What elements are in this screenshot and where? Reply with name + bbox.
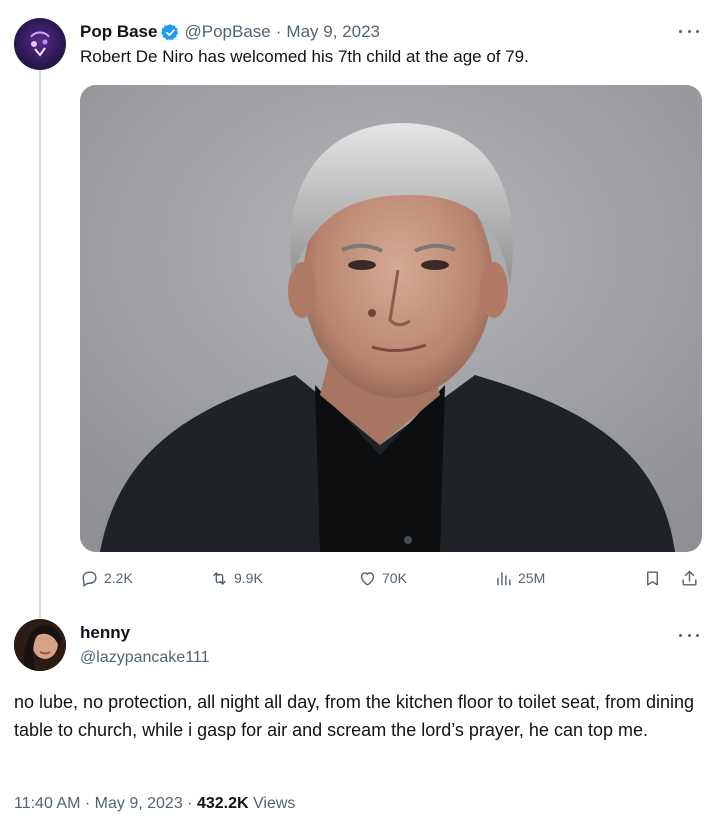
popbase-avatar[interactable] [14, 18, 66, 70]
reply-icon [82, 570, 97, 587]
share-button[interactable] [680, 566, 699, 590]
repost-icon [213, 571, 226, 585]
author-name[interactable]: Pop Base [80, 22, 157, 42]
share-icon [682, 570, 697, 586]
reply-button[interactable]: 2.2K [80, 566, 133, 590]
heart-icon [360, 571, 375, 586]
henny-avatar[interactable] [14, 619, 66, 671]
popbase-logo-icon [30, 31, 50, 57]
repost-button[interactable]: 9.9K [210, 566, 263, 590]
tweet-header: Pop Base @PopBase · May 9, 2023 [80, 20, 380, 44]
analytics-icon [497, 571, 511, 586]
profile-photo [14, 619, 66, 671]
bookmark-button[interactable] [643, 566, 662, 590]
reply-views-label: Views [253, 795, 296, 812]
tweet-action-bar: 2.2K 9.9K 70K 25M [80, 566, 705, 590]
meta-separator: · [187, 795, 193, 812]
tweet-photo[interactable] [80, 85, 702, 552]
reply-date[interactable]: May 9, 2023 [95, 795, 183, 812]
bookmark-icon [647, 570, 658, 586]
verified-badge-icon [161, 23, 180, 42]
header-separator: · [275, 22, 282, 41]
tweet-text: Robert De Niro has welcomed his 7th chil… [80, 47, 529, 66]
reply-author-name[interactable]: henny [80, 622, 130, 644]
like-count: 70K [382, 570, 407, 586]
repost-count: 9.9K [234, 570, 263, 586]
more-options-icon[interactable] [677, 24, 701, 38]
author-handle[interactable]: @PopBase [184, 22, 270, 42]
reply-count: 2.2K [104, 570, 133, 586]
portrait-photo [80, 85, 702, 552]
more-options-icon[interactable] [677, 628, 701, 642]
meta-separator: · [84, 795, 91, 812]
reply-metadata: 11:40 AM · May 9, 2023 · 432.2K Views [14, 795, 295, 813]
reply-author-handle[interactable]: @lazypancake111 [80, 647, 210, 669]
views-count: 25M [518, 570, 546, 586]
views-button[interactable]: 25M [494, 566, 545, 590]
reply-views-count[interactable]: 432.2K [197, 795, 249, 812]
thread-connector-line [39, 70, 41, 618]
reply-time[interactable]: 11:40 AM [14, 795, 80, 812]
tweet-date[interactable]: May 9, 2023 [286, 22, 380, 42]
reply-text: no lube, no protection, all night all da… [14, 692, 695, 740]
like-button[interactable]: 70K [358, 566, 407, 590]
